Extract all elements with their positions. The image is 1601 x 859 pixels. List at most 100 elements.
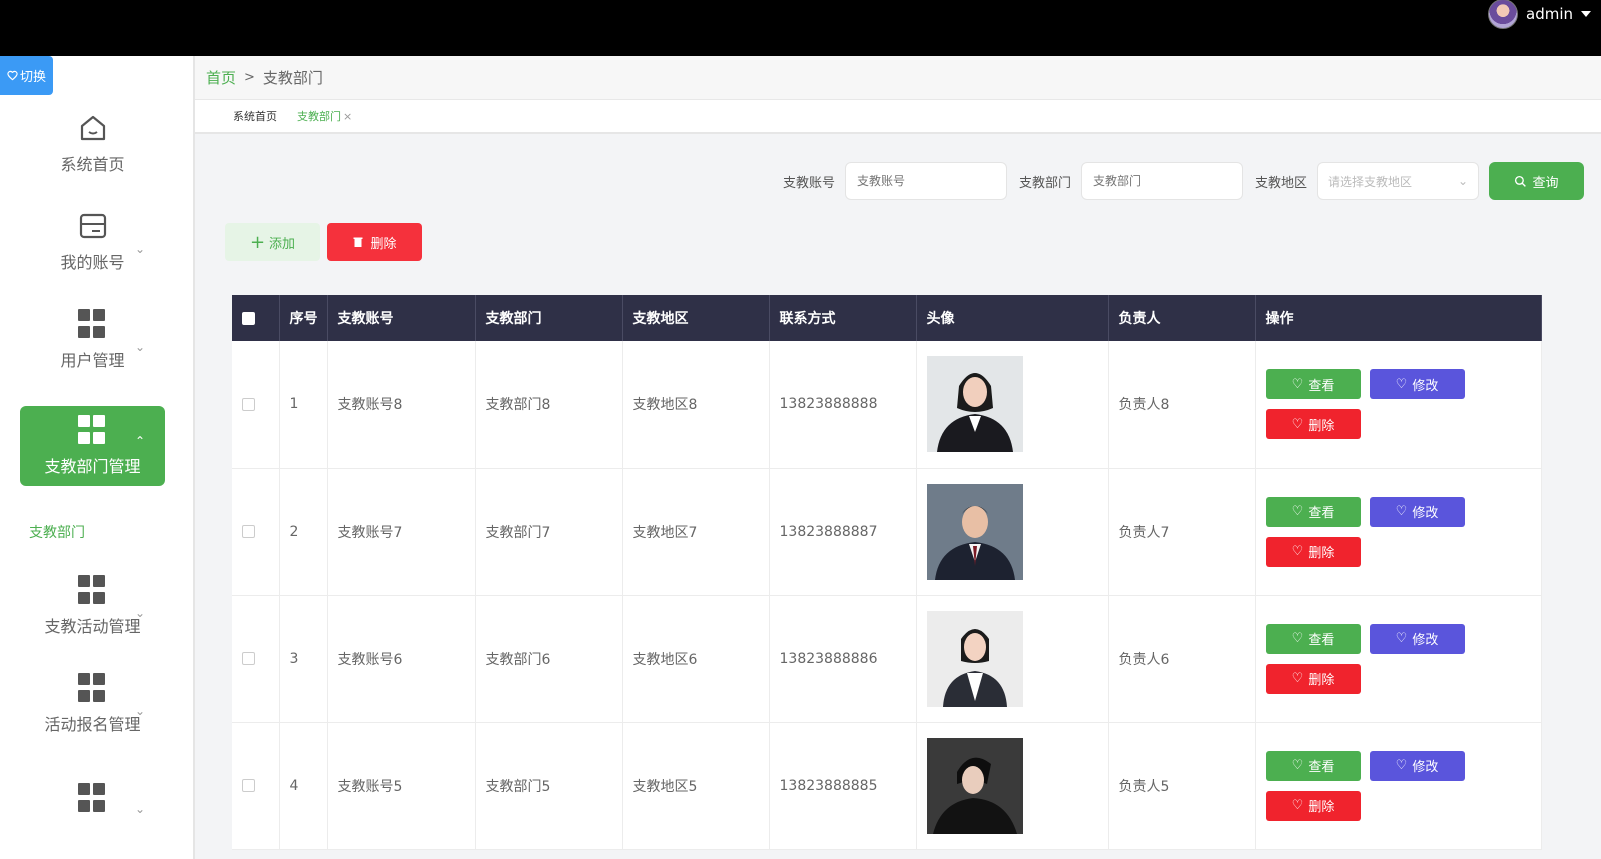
view-button[interactable]: ♡ 查看 bbox=[1265, 623, 1361, 654]
chevron-down-icon: ⌄ bbox=[134, 340, 145, 354]
row-checkbox[interactable] bbox=[242, 779, 255, 792]
table-header-row: 序号 支教账号 支教部门 支教地区 联系方式 头像 负责人 操作 bbox=[232, 295, 1542, 341]
delete-label: 删除 bbox=[370, 236, 397, 252]
account-cell: 支教账号7 bbox=[327, 468, 476, 596]
sidebar-item-label: 系统首页 bbox=[60, 155, 125, 174]
batch-delete-button[interactable]: 删除 bbox=[327, 223, 422, 261]
row-select-cell bbox=[232, 722, 280, 850]
manager-cell: 负责人7 bbox=[1108, 468, 1256, 596]
sidebar-item-user-management[interactable]: 用户管理 ⌄ bbox=[20, 300, 165, 380]
heart-icon: ♡ bbox=[1291, 758, 1304, 773]
edit-button[interactable]: ♡ 修改 bbox=[1369, 750, 1465, 781]
region-select[interactable]: 请选择支教地区 ⌄ bbox=[1317, 162, 1479, 200]
heart-icon: ♡ bbox=[1291, 798, 1304, 813]
heart-icon bbox=[7, 70, 18, 81]
delete-button[interactable]: ♡ 删除 bbox=[1265, 536, 1361, 567]
chevron-up-icon: ⌃ bbox=[134, 434, 145, 448]
caret-down-icon bbox=[1581, 11, 1591, 17]
tab-bar: 系统首页 支教部门 × bbox=[195, 100, 1601, 134]
switch-button[interactable]: 切换 bbox=[0, 56, 53, 95]
dept-label: 支教部门 bbox=[1018, 175, 1071, 191]
sidebar-item-home[interactable]: 系统首页 bbox=[20, 104, 165, 184]
avatar-photo bbox=[926, 737, 1023, 834]
heart-icon: ♡ bbox=[1291, 671, 1304, 686]
tab-home[interactable]: 系统首页 bbox=[233, 108, 277, 124]
chevron-down-icon: ⌄ bbox=[1457, 174, 1468, 188]
close-icon[interactable]: × bbox=[343, 110, 352, 123]
region-cell: 支教地区5 bbox=[622, 722, 770, 850]
heart-icon: ♡ bbox=[1395, 376, 1408, 392]
actions-cell: ♡ 查看 ♡ 修改 ♡ 删除 bbox=[1255, 722, 1542, 850]
account-cell: 支教账号8 bbox=[327, 341, 476, 469]
tab-label: 支教部门 bbox=[297, 110, 341, 123]
user-avatar bbox=[1488, 0, 1518, 29]
sidebar-item-activity-management[interactable]: 支教活动管理 ⌄ bbox=[20, 566, 165, 646]
delete-button[interactable]: ♡ 删除 bbox=[1265, 409, 1361, 440]
sidebar-item-label: 活动报名管理 bbox=[44, 715, 141, 734]
view-button[interactable]: ♡ 查看 bbox=[1265, 496, 1361, 527]
trash-icon bbox=[353, 237, 363, 247]
heart-icon: ♡ bbox=[1291, 504, 1304, 519]
actions-cell: ♡ 查看 ♡ 修改 ♡ 删除 bbox=[1255, 595, 1542, 723]
sidebar-item-dept-management[interactable]: 支教部门管理 ⌃ bbox=[20, 406, 165, 486]
col-header: 操作 bbox=[1255, 295, 1542, 341]
select-all-checkbox[interactable] bbox=[242, 311, 255, 325]
edit-label: 修改 bbox=[1412, 378, 1439, 394]
dept-cell: 支教部门6 bbox=[475, 595, 623, 723]
table-row: 2 支教账号7 支教部门7 支教地区7 13823888887 负责人7 ♡ 查看… bbox=[232, 468, 1542, 596]
dept-table: 序号 支教账号 支教部门 支教地区 联系方式 头像 负责人 操作 1 支教账号8… bbox=[232, 295, 1542, 850]
view-button[interactable]: ♡ 查看 bbox=[1265, 369, 1361, 400]
add-label: 添加 bbox=[269, 236, 296, 252]
grid-icon bbox=[77, 783, 108, 813]
avatar-cell bbox=[916, 468, 1109, 596]
row-actions: ♡ 查看 ♡ 修改 ♡ 删除 bbox=[1265, 623, 1542, 694]
edit-button[interactable]: ♡ 修改 bbox=[1369, 623, 1465, 654]
sidebar-item-more[interactable]: ⌄ bbox=[20, 762, 165, 842]
heart-icon: ♡ bbox=[1395, 758, 1408, 773]
delete-button[interactable]: ♡ 删除 bbox=[1265, 790, 1361, 821]
add-button[interactable]: + 添加 bbox=[225, 223, 320, 261]
user-menu[interactable]: admin bbox=[1488, 0, 1591, 29]
account-label: 支教账号 bbox=[782, 175, 835, 191]
switch-label: 切换 bbox=[19, 70, 46, 85]
dept-search-input[interactable] bbox=[1080, 162, 1243, 200]
region-label: 支教地区 bbox=[1254, 175, 1307, 191]
avatar-cell bbox=[916, 722, 1109, 850]
breadcrumb-home-link[interactable]: 首页 bbox=[206, 67, 236, 88]
edit-label: 修改 bbox=[1412, 633, 1439, 648]
row-actions: ♡ 查看 ♡ 修改 ♡ 删除 bbox=[1265, 369, 1542, 440]
phone-cell: 13823888886 bbox=[769, 595, 917, 723]
dept-cell: 支教部门5 bbox=[475, 722, 623, 850]
sidebar-item-my-account[interactable]: 我的账号 ⌄ bbox=[20, 202, 165, 282]
actions-cell: ♡ 查看 ♡ 修改 ♡ 删除 bbox=[1255, 468, 1542, 596]
col-header: 支教部门 bbox=[475, 295, 623, 341]
home-icon bbox=[80, 115, 105, 141]
edit-button[interactable]: ♡ 修改 bbox=[1369, 496, 1465, 527]
sidebar-item-signup-management[interactable]: 活动报名管理 ⌄ bbox=[20, 664, 165, 744]
sidebar-subitem-dept[interactable]: 支教部门 bbox=[29, 522, 85, 542]
edit-button[interactable]: ♡ 修改 bbox=[1369, 369, 1465, 400]
row-checkbox[interactable] bbox=[242, 525, 255, 538]
sidebar-item-label: 用户管理 bbox=[60, 351, 125, 370]
select-all-cell bbox=[232, 295, 280, 341]
grid-icon bbox=[77, 309, 108, 339]
edit-label: 修改 bbox=[1412, 760, 1439, 775]
phone-cell: 13823888885 bbox=[769, 722, 917, 850]
tab-dept[interactable]: 支教部门 × bbox=[297, 108, 352, 124]
col-header: 序号 bbox=[279, 295, 328, 341]
row-actions: ♡ 查看 ♡ 修改 ♡ 删除 bbox=[1265, 496, 1542, 567]
account-search-input[interactable] bbox=[844, 162, 1007, 200]
query-button[interactable]: 查询 bbox=[1489, 162, 1584, 200]
avatar-cell bbox=[916, 341, 1109, 469]
row-checkbox[interactable] bbox=[242, 652, 255, 665]
avatar-cell bbox=[916, 595, 1109, 723]
row-checkbox[interactable] bbox=[242, 397, 255, 411]
index-cell: 4 bbox=[279, 722, 328, 850]
view-label: 查看 bbox=[1308, 760, 1335, 775]
avatar-photo bbox=[926, 356, 1023, 453]
avatar-photo bbox=[926, 610, 1023, 707]
account-cell: 支教账号5 bbox=[327, 722, 476, 850]
phone-cell: 13823888887 bbox=[769, 468, 917, 596]
delete-button[interactable]: ♡ 删除 bbox=[1265, 663, 1361, 694]
view-button[interactable]: ♡ 查看 bbox=[1265, 750, 1361, 781]
